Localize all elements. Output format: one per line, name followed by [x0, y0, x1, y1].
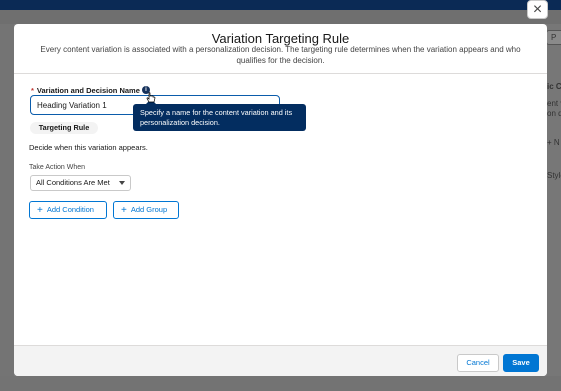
- plus-icon: +: [121, 205, 127, 216]
- info-tooltip: Specify a name for the content variation…: [133, 104, 306, 131]
- add-condition-label: Add Condition: [46, 205, 94, 214]
- required-marker: *: [31, 86, 34, 95]
- modal-footer: Cancel Save: [14, 345, 547, 376]
- app-left-panel: [0, 24, 14, 391]
- add-group-label: Add Group: [130, 205, 168, 214]
- app-subheader: [0, 10, 561, 24]
- plus-icon: +: [37, 205, 43, 216]
- take-action-value: All Conditions Are Met: [36, 178, 110, 187]
- name-field-label-text: Variation and Decision Name: [36, 86, 140, 95]
- app-bottom-strip: [0, 376, 561, 391]
- decide-instruction: Decide when this variation appears.: [29, 143, 148, 152]
- add-condition-button[interactable]: + Add Condition: [29, 201, 107, 219]
- cancel-button[interactable]: Cancel: [457, 354, 499, 372]
- background-text: + N: [547, 138, 560, 147]
- background-text: ic C: [547, 82, 561, 91]
- save-button[interactable]: Save: [503, 354, 539, 372]
- hand-cursor-icon: [146, 92, 156, 103]
- close-icon: ×: [532, 0, 543, 18]
- background-text: on dec: [547, 109, 561, 118]
- name-field-label: * Variation and Decision Name: [31, 86, 140, 95]
- add-group-button[interactable]: + Add Group: [113, 201, 179, 219]
- background-text: Style: [547, 171, 561, 180]
- app-top-bar: [0, 0, 561, 10]
- close-modal-button[interactable]: ×: [527, 0, 548, 19]
- modal-description: Every content variation is associated wi…: [40, 45, 521, 65]
- app-right-panel: [547, 24, 561, 391]
- chevron-down-icon: [119, 181, 125, 185]
- take-action-label: Take Action When: [29, 164, 86, 171]
- background-text: ent va: [547, 99, 561, 108]
- modal-header: Variation Targeting Rule Every content v…: [14, 24, 547, 74]
- background-button: P: [546, 30, 561, 45]
- take-action-select[interactable]: All Conditions Are Met: [30, 175, 131, 191]
- tab-targeting-rule[interactable]: Targeting Rule: [30, 122, 98, 134]
- targeting-rule-modal: Variation Targeting Rule Every content v…: [14, 24, 547, 376]
